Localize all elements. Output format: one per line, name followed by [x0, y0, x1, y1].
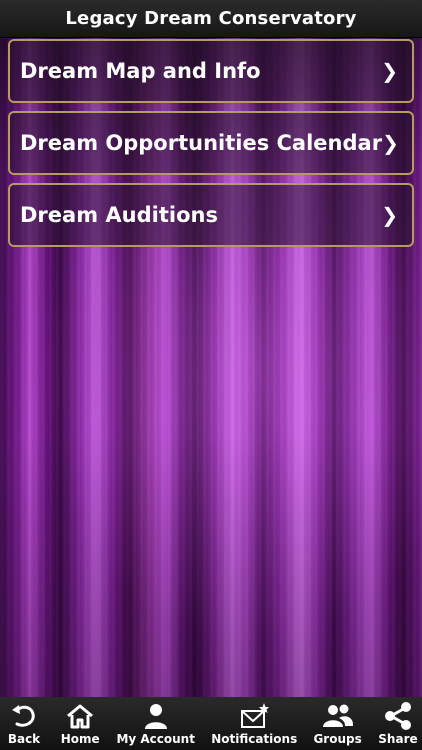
- app-title: Legacy Dream Conservatory: [65, 8, 357, 29]
- tab-label: Groups: [313, 732, 362, 746]
- tab-groups[interactable]: Groups: [313, 702, 362, 746]
- menu-item-label: Dream Map and Info: [20, 59, 261, 83]
- chevron-right-icon: ❯: [381, 59, 398, 83]
- tab-label: Home: [60, 732, 100, 746]
- menu-item-auditions[interactable]: Dream Auditions ❯: [8, 183, 414, 247]
- tab-label: My Account: [116, 732, 195, 746]
- chevron-right-icon: ❯: [382, 131, 399, 155]
- share-icon: [384, 702, 411, 730]
- menu-item-opportunities-calendar[interactable]: Dream Opportunities Calendar ❯: [8, 111, 414, 175]
- back-arrow-icon: [12, 705, 35, 727]
- tab-back[interactable]: Back: [4, 702, 44, 746]
- home-icon: [67, 704, 94, 729]
- tab-my-account[interactable]: My Account: [116, 702, 195, 746]
- main-menu: Dream Map and Info ❯ Dream Opportunities…: [8, 39, 414, 255]
- menu-item-dream-map[interactable]: Dream Map and Info ❯: [8, 39, 414, 103]
- tab-home[interactable]: Home: [60, 702, 100, 746]
- user-icon: [144, 704, 167, 729]
- bottom-tab-bar: Back Home My Account Notifications Group…: [0, 697, 422, 750]
- groups-icon: [322, 704, 353, 727]
- notification-icon: [241, 703, 270, 728]
- tab-label: Back: [7, 732, 41, 746]
- chevron-right-icon: ❯: [381, 203, 398, 227]
- menu-item-label: Dream Auditions: [20, 203, 218, 227]
- tab-label: Notifications: [211, 732, 298, 746]
- app-header: Legacy Dream Conservatory: [0, 0, 422, 38]
- tab-notifications[interactable]: Notifications: [211, 702, 297, 746]
- tab-label: Share: [378, 732, 418, 746]
- tab-share[interactable]: Share: [378, 702, 418, 746]
- menu-item-label: Dream Opportunities Calendar: [20, 131, 383, 155]
